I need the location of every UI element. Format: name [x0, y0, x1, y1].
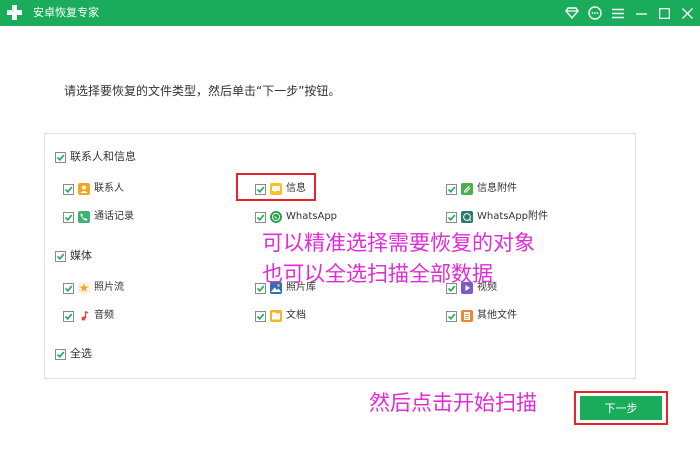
item-call-log[interactable]: 通话记录 [63, 210, 134, 224]
attachment-icon [461, 183, 473, 195]
checkbox[interactable] [446, 183, 457, 195]
checkbox[interactable] [255, 310, 266, 322]
group-label: 媒体 [70, 249, 92, 262]
next-button[interactable]: 下一步 [580, 396, 662, 420]
group-label: 联系人和信息 [70, 150, 136, 163]
checkbox[interactable] [255, 211, 266, 223]
item-label: 通话记录 [94, 211, 134, 222]
annotation-line-3: 然后点击开始扫描 [369, 391, 537, 415]
checkbox[interactable] [446, 211, 457, 223]
annotation-line-1: 可以精准选择需要恢复的对象 [262, 231, 535, 255]
menu-icon[interactable] [608, 3, 628, 23]
checkbox[interactable] [63, 183, 74, 195]
item-photostream[interactable]: 照片流 [63, 281, 124, 295]
whatsapp-icon [270, 211, 282, 223]
instruction-text: 请选择要恢复的文件类型，然后单击“下一步”按钮。 [64, 84, 341, 98]
checkbox[interactable] [63, 282, 74, 294]
item-documents[interactable]: 文档 [255, 309, 306, 323]
checkbox[interactable] [55, 151, 66, 163]
other-files-icon [461, 310, 473, 322]
contacts-icon [78, 183, 90, 195]
select-all[interactable]: 全选 [55, 347, 92, 361]
item-label: WhatsApp附件 [477, 211, 549, 222]
item-label: 音频 [94, 310, 114, 321]
item-label: 照片流 [94, 282, 124, 293]
document-icon [270, 310, 282, 322]
title-bar: 安卓恢复专家 [0, 0, 700, 26]
minimize-icon[interactable] [631, 3, 651, 23]
photostream-icon [78, 282, 90, 294]
group-contacts-messages[interactable]: 联系人和信息 [55, 150, 136, 164]
highlight-box-messages [236, 173, 316, 201]
close-icon[interactable] [677, 3, 697, 23]
annotation-line-2: 也可以全选扫描全部数据 [262, 262, 493, 286]
app-logo-icon [7, 5, 22, 20]
item-label: 联系人 [94, 183, 124, 194]
maximize-icon[interactable] [654, 3, 674, 23]
whatsapp-attachment-icon [461, 211, 473, 223]
item-whatsapp-attachments[interactable]: WhatsApp附件 [446, 210, 548, 224]
diamond-icon[interactable] [562, 3, 582, 23]
item-label: 其他文件 [477, 310, 517, 321]
window-title: 安卓恢复专家 [33, 6, 99, 19]
chat-icon[interactable] [585, 3, 605, 23]
item-message-attachments[interactable]: 信息附件 [446, 182, 517, 196]
phone-icon [78, 211, 90, 223]
checkbox[interactable] [63, 211, 74, 223]
item-label: 信息附件 [477, 183, 517, 194]
item-label: WhatsApp [286, 211, 338, 222]
item-label: 文档 [286, 310, 306, 321]
select-all-label: 全选 [70, 347, 92, 360]
checkbox[interactable] [55, 250, 66, 262]
item-other-files[interactable]: 其他文件 [446, 309, 517, 323]
item-audio[interactable]: 音频 [63, 309, 114, 323]
group-media[interactable]: 媒体 [55, 249, 92, 263]
checkbox[interactable] [446, 310, 457, 322]
item-whatsapp[interactable]: WhatsApp [255, 210, 337, 224]
checkbox[interactable] [63, 310, 74, 322]
audio-icon [78, 310, 90, 322]
checkbox[interactable] [55, 348, 66, 360]
item-contacts[interactable]: 联系人 [63, 182, 124, 196]
